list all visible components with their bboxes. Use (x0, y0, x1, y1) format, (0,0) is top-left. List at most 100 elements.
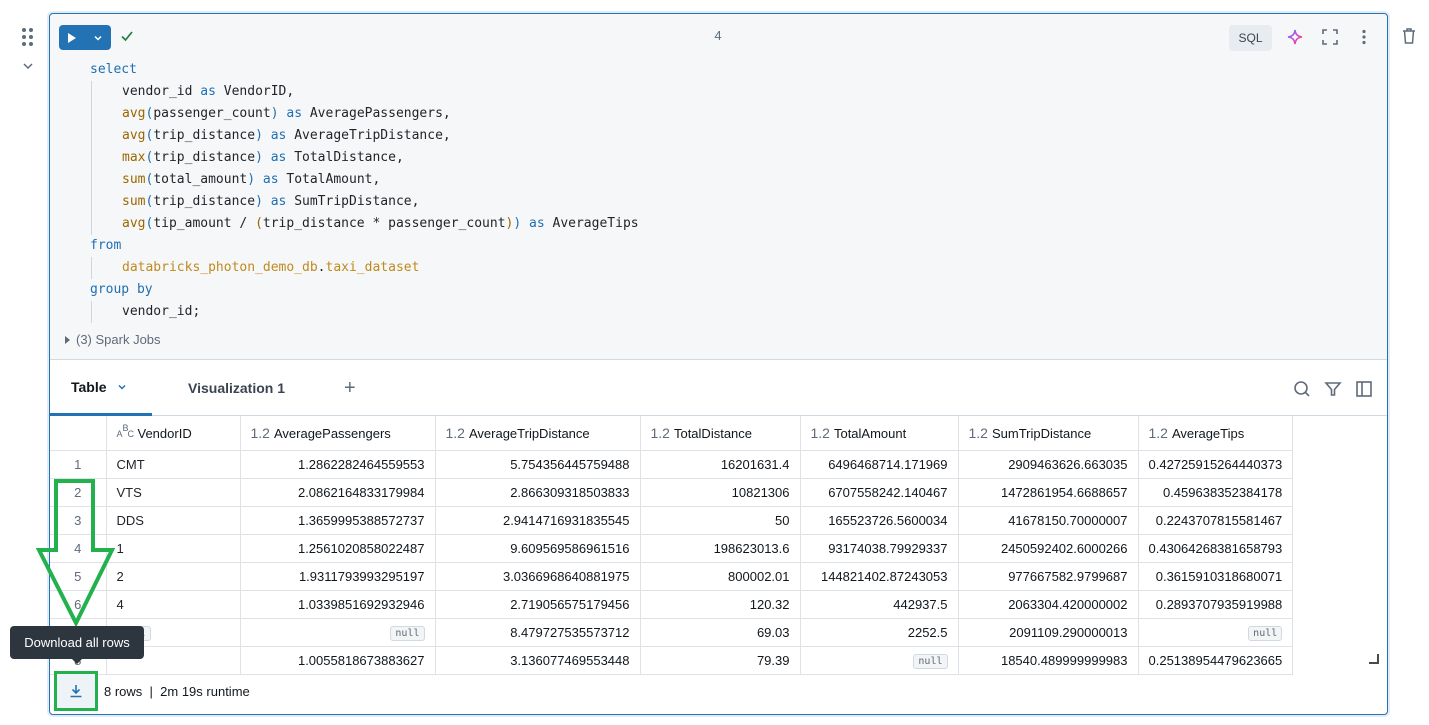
table-cell[interactable]: 2450592402.6000266 (958, 534, 1139, 563)
table-cell[interactable]: 16201631.4 (640, 450, 801, 479)
table-cell[interactable]: 2.866309318503833 (435, 478, 641, 507)
code-token: databricks_photon_demo_db (122, 260, 318, 275)
table-cell[interactable]: 1.2561020858022487 (240, 534, 436, 563)
table-cell[interactable]: 442937.5 (800, 590, 959, 619)
table-cell[interactable]: 800002.01 (640, 562, 801, 591)
table-cell[interactable]: 50 (640, 506, 801, 535)
sidebar-panel-icon[interactable] (1355, 380, 1373, 398)
cell-number: 4 (714, 28, 722, 43)
table-cell[interactable]: 9.609569586961516 (435, 534, 641, 563)
column-header[interactable]: 1.2 AverageTripDistance (435, 416, 641, 451)
code-token: taxi_dataset (325, 260, 420, 275)
code-line: vendor_id as VendorID, (90, 81, 639, 103)
table-cell[interactable]: 2.0862164833179984 (240, 478, 436, 507)
code-token: avg (122, 106, 146, 121)
table-cell[interactable]: VTS (106, 478, 241, 507)
code-token: as (270, 128, 287, 143)
code-token: avg (122, 128, 146, 143)
code-token: ) (513, 216, 522, 231)
row-number: 6 (50, 590, 107, 619)
table-cell[interactable]: null (240, 618, 436, 647)
table-cell[interactable]: 1472861954.6688657 (958, 478, 1139, 507)
download-button[interactable] (54, 671, 98, 711)
table-cell[interactable]: 0.2243707815581467 (1138, 506, 1294, 535)
table-cell[interactable]: 1.3659995388572737 (240, 506, 436, 535)
table-cell[interactable]: 3.0366968640881975 (435, 562, 641, 591)
spark-jobs-toggle[interactable]: (3) Spark Jobs (65, 332, 161, 347)
table-cell[interactable]: 5.754356445759488 (435, 450, 641, 479)
chevron-down-icon[interactable] (93, 33, 103, 43)
table-cell[interactable]: CMT (106, 450, 241, 479)
table-cell[interactable]: 165523726.5600034 (800, 506, 959, 535)
table-cell[interactable]: 93174038.79929337 (800, 534, 959, 563)
table-cell[interactable]: 0.459638352384178 (1138, 478, 1294, 507)
tab-table[interactable]: Table (50, 360, 152, 416)
table-cell[interactable]: 6707558242.140467 (800, 478, 959, 507)
code-token: avg (122, 216, 146, 231)
code-token: as (286, 106, 303, 121)
table-cell[interactable]: 4 (106, 590, 241, 619)
table-cell[interactable]: 2909463626.663035 (958, 450, 1139, 479)
collapse-chevron-icon[interactable] (22, 60, 34, 72)
resize-handle[interactable] (1369, 654, 1379, 664)
more-options-icon[interactable] (1355, 28, 1373, 46)
table-cell[interactable]: 2063304.420000002 (958, 590, 1139, 619)
drag-handle-icon[interactable] (22, 28, 33, 46)
table-cell[interactable]: 1 (106, 534, 241, 563)
table-cell[interactable]: 0.42725915264440373 (1138, 450, 1294, 479)
tab-visualization-label: Visualization 1 (188, 380, 285, 396)
tab-visualization-1[interactable]: Visualization 1 (188, 360, 285, 416)
table-cell[interactable]: 2.719056575179456 (435, 590, 641, 619)
add-visualization-button[interactable]: + (344, 360, 356, 416)
table-cell[interactable]: 69.03 (640, 618, 801, 647)
column-header[interactable]: 1.2 SumTripDistance (958, 416, 1139, 451)
row-count: 8 rows (104, 683, 143, 699)
column-header[interactable]: A B C VendorID (106, 416, 241, 451)
code-editor[interactable]: select vendor_id as VendorID, avg(passenge… (90, 59, 639, 323)
table-cell[interactable]: 0.3615910318680071 (1138, 562, 1294, 591)
code-token: ) (255, 128, 263, 143)
assistant-sparkle-icon[interactable] (1286, 28, 1304, 46)
search-icon[interactable] (1293, 380, 1311, 398)
table-row: 2 VTS 2.0862164833179984 2.866309318503833 1… (50, 478, 1294, 507)
language-badge[interactable]: SQL (1229, 25, 1272, 51)
table-cell[interactable]: 2 (106, 562, 241, 591)
footer-separator: | (149, 683, 153, 699)
fullscreen-icon[interactable] (1321, 28, 1339, 46)
run-cell-button[interactable] (59, 25, 111, 50)
table-cell[interactable]: 198623013.6 (640, 534, 801, 563)
table-cell[interactable]: 1.9311793993295197 (240, 562, 436, 591)
column-header[interactable]: 1.2 TotalDistance (640, 416, 801, 451)
table-cell[interactable]: 1.2862282464559553 (240, 450, 436, 479)
table-cell[interactable]: 144821402.87243053 (800, 562, 959, 591)
chevron-down-icon[interactable] (117, 382, 127, 392)
code-token: AverageTips (544, 216, 639, 231)
table-row: 7nullnull8.47972753557371269.032252.5209… (50, 618, 1294, 647)
table-cell[interactable]: 8.479727535573712 (435, 618, 641, 647)
table-cell[interactable]: DDS (106, 506, 241, 535)
table-cell[interactable]: 2091109.290000013 (958, 618, 1139, 647)
table-cell[interactable]: null (1138, 618, 1294, 647)
code-token: from (90, 238, 122, 253)
null-badge: null (913, 653, 948, 669)
spark-jobs-label: (3) Spark Jobs (76, 332, 161, 347)
table-cell[interactable]: 120.32 (640, 590, 801, 619)
table-cell[interactable]: 0.2893707935919988 (1138, 590, 1294, 619)
table-cell[interactable]: 0.43064268381658793 (1138, 534, 1294, 563)
notebook-cell: 4 SQL select vendor_id as VendorID, avg(pa… (49, 13, 1388, 715)
column-header[interactable]: 1.2 TotalAmount (800, 416, 959, 451)
column-header[interactable]: 1.2 AverageTips (1138, 416, 1294, 451)
delete-cell-icon[interactable] (1399, 26, 1419, 46)
code-token: select (90, 62, 137, 77)
table-cell[interactable]: 977667582.9799687 (958, 562, 1139, 591)
table-cell[interactable]: 2.9414716931835545 (435, 506, 641, 535)
table-cell[interactable]: 1.0339851692932946 (240, 590, 436, 619)
null-badge: null (1248, 625, 1283, 641)
table-cell[interactable]: 2252.5 (800, 618, 959, 647)
filter-icon[interactable] (1324, 380, 1342, 398)
table-cell[interactable]: 41678150.70000007 (958, 506, 1139, 535)
table-cell[interactable]: 6496468714.171969 (800, 450, 959, 479)
table-cell[interactable]: 10821306 (640, 478, 801, 507)
column-header[interactable]: 1.2 AveragePassengers (240, 416, 436, 451)
